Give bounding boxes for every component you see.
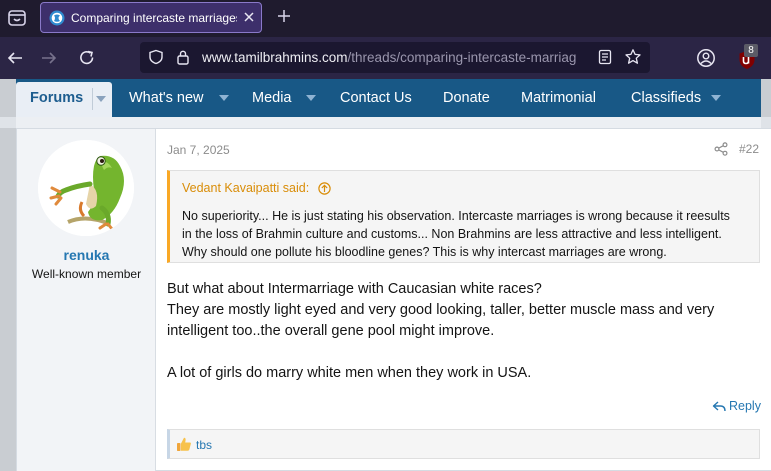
reaction-user[interactable]: tbs <box>196 438 212 452</box>
previous-post-edge <box>16 117 761 128</box>
quote-line: in the loss of Brahmin culture and custo… <box>182 227 722 241</box>
url-host: www.tamilbrahmins.com <box>202 50 348 65</box>
ublock-extension-button[interactable]: 8 <box>738 44 760 70</box>
thumbs-up-icon <box>177 437 191 451</box>
classifieds-dropdown-chevron-icon[interactable] <box>711 95 721 101</box>
url-path: /threads/comparing-intercaste-marriag <box>347 50 577 65</box>
extension-badge-count: 8 <box>744 44 758 57</box>
share-icon[interactable] <box>714 142 728 156</box>
nav-item-matrimonial[interactable]: Matrimonial <box>521 79 596 117</box>
jump-to-quote-arrow-icon[interactable] <box>318 182 331 195</box>
site-navigation: Forums What's new Media Contact Us Donat… <box>16 79 761 117</box>
post-body-line: A lot of girls do marry white men when t… <box>167 365 532 381</box>
post-author-name[interactable]: renuka <box>17 247 156 263</box>
browser-tab-active[interactable]: Comparing intercaste marriages <box>40 2 262 33</box>
quote-block: Vedant Kavaipatti said: No superiority..… <box>167 170 760 263</box>
nav-tab-separator <box>92 88 93 110</box>
nav-item-media[interactable]: Media <box>252 79 292 117</box>
post-body-line: But what about Intermarriage with Caucas… <box>167 281 542 297</box>
quote-line: Why should one pollute his bloodline gen… <box>182 245 667 259</box>
reply-label: Reply <box>729 399 761 413</box>
post-body-line: intelligent too..the overall gene pool m… <box>167 323 495 339</box>
media-dropdown-chevron-icon[interactable] <box>306 95 316 101</box>
reader-view-icon[interactable] <box>598 49 612 65</box>
nav-tab-forums-label: Forums <box>30 90 84 106</box>
post-body-line: They are mostly light eyed and very good… <box>167 302 715 318</box>
post-user-column: renuka Well-known member <box>17 129 156 471</box>
post-number[interactable]: #22 <box>739 142 759 156</box>
whats-new-dropdown-chevron-icon[interactable] <box>219 95 229 101</box>
avatar[interactable] <box>38 140 134 236</box>
url-text[interactable]: www.tamilbrahmins.com/threads/comparing-… <box>202 50 592 65</box>
nav-tab-forums[interactable]: Forums <box>16 82 112 117</box>
post-date[interactable]: Jan 7, 2025 <box>167 143 230 157</box>
reply-arrow-icon <box>712 401 726 412</box>
browser-nav-bar: www.tamilbrahmins.com/threads/comparing-… <box>0 37 771 79</box>
back-arrow-icon[interactable] <box>6 49 24 67</box>
bookmark-star-icon[interactable] <box>624 48 642 66</box>
tab-close-icon[interactable] <box>241 9 257 25</box>
quote-line: No superiority... He is just stating his… <box>182 209 730 223</box>
tab-title: Comparing intercaste marriages <box>71 11 237 25</box>
new-tab-icon[interactable] <box>276 8 292 24</box>
nav-item-contact-us[interactable]: Contact Us <box>340 79 412 117</box>
forums-dropdown-chevron-icon[interactable] <box>96 96 106 102</box>
lock-icon[interactable] <box>176 49 190 65</box>
reload-icon[interactable] <box>78 49 96 67</box>
account-icon[interactable] <box>696 48 716 68</box>
tracking-shield-icon[interactable] <box>148 49 164 65</box>
post-author-title: Well-known member <box>31 267 142 281</box>
frog-avatar-icon <box>38 140 134 236</box>
page-background-strip <box>0 117 771 128</box>
address-bar[interactable]: www.tamilbrahmins.com/threads/comparing-… <box>140 42 650 73</box>
site-favicon-icon <box>49 10 65 26</box>
quote-author[interactable]: Vedant Kavaipatti said: <box>182 181 309 195</box>
browser-tab-bar: Comparing intercaste marriages <box>0 0 771 37</box>
nav-item-classifieds[interactable]: Classifieds <box>631 79 701 117</box>
reactions-bar: tbs <box>167 429 760 459</box>
forward-arrow-icon[interactable] <box>40 49 58 67</box>
tab-list-icon[interactable] <box>6 7 28 29</box>
nav-item-whats-new[interactable]: What's new <box>129 79 204 117</box>
forum-post: renuka Well-known member Jan 7, 2025 #22… <box>16 128 771 471</box>
nav-item-donate[interactable]: Donate <box>443 79 490 117</box>
